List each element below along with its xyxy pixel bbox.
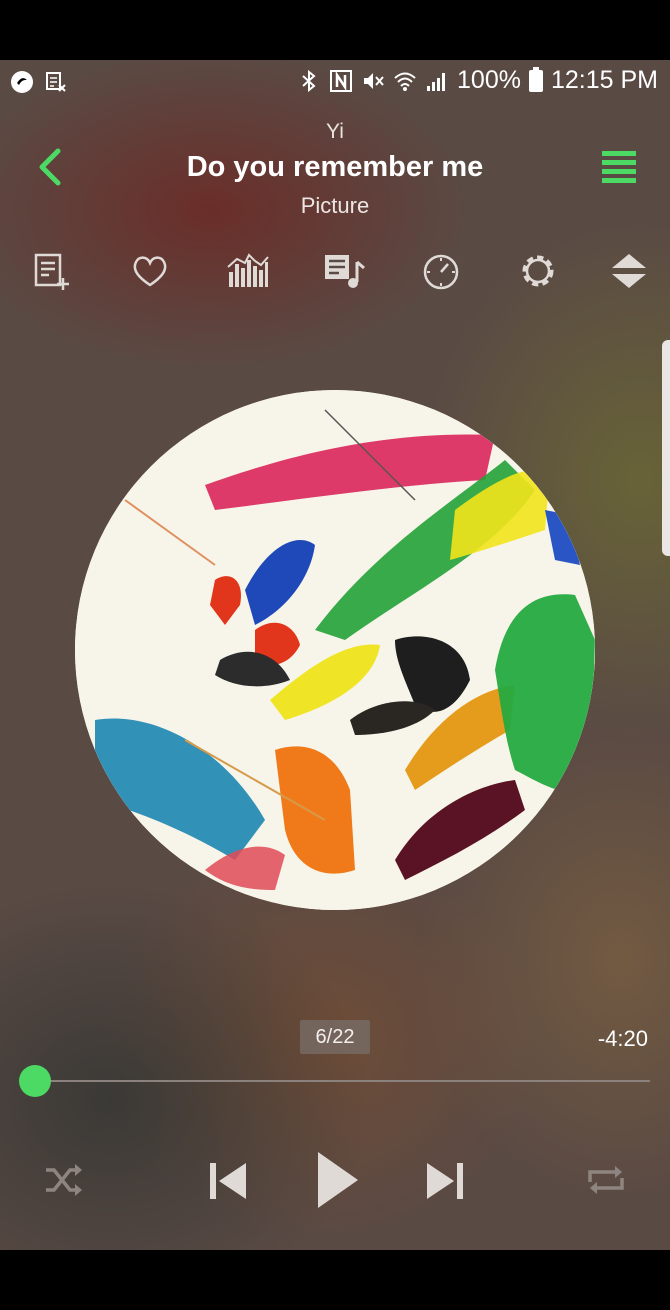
next-icon[interactable]	[422, 1158, 468, 1204]
clock: 12:15 PM	[550, 66, 658, 94]
repeat-icon[interactable]	[584, 1158, 628, 1202]
side-drawer-handle[interactable]	[662, 340, 670, 556]
song-title: Do you remember me	[186, 151, 484, 183]
artist-name: Yi	[326, 120, 344, 143]
menu-icon[interactable]	[598, 147, 640, 187]
signal-icon	[427, 72, 446, 91]
status-bar: 100% 12:15 PM	[0, 60, 670, 104]
now-playing-header: Yi Do you remember me Picture	[0, 115, 670, 225]
track-position-badge: 6/22	[300, 1020, 370, 1054]
app-notification-icon	[11, 71, 33, 93]
previous-icon[interactable]	[205, 1158, 251, 1204]
bottom-black-bar	[0, 1250, 670, 1310]
player-screen: 100% 12:15 PM Yi Do you remember me Pict…	[0, 60, 670, 1250]
screenshot-icon	[46, 72, 66, 92]
top-black-bar	[0, 0, 670, 60]
progress-track[interactable]	[35, 1080, 650, 1082]
play-icon[interactable]	[314, 1150, 362, 1210]
queue-icon[interactable]	[321, 248, 367, 294]
mute-icon	[364, 72, 384, 89]
progress-thumb[interactable]	[19, 1065, 51, 1097]
time-remaining: -4:20	[597, 1026, 648, 1051]
nfc-icon	[330, 69, 353, 92]
battery-icon	[528, 66, 543, 92]
player-toolbar	[0, 248, 670, 294]
favorite-heart-icon[interactable]	[127, 248, 173, 294]
album-art	[75, 390, 595, 910]
battery-percent: 100%	[457, 66, 521, 94]
add-to-playlist-icon[interactable]	[30, 248, 76, 294]
sleep-timer-icon[interactable]	[418, 248, 464, 294]
settings-icon[interactable]	[515, 248, 561, 294]
album-art-image	[75, 390, 595, 910]
bluetooth-icon	[302, 69, 316, 92]
expand-collapse-icon[interactable]	[606, 248, 652, 294]
shuffle-icon[interactable]	[42, 1158, 86, 1202]
album-name: Picture	[300, 193, 370, 218]
equalizer-icon[interactable]	[224, 248, 270, 294]
wifi-icon	[394, 72, 416, 91]
